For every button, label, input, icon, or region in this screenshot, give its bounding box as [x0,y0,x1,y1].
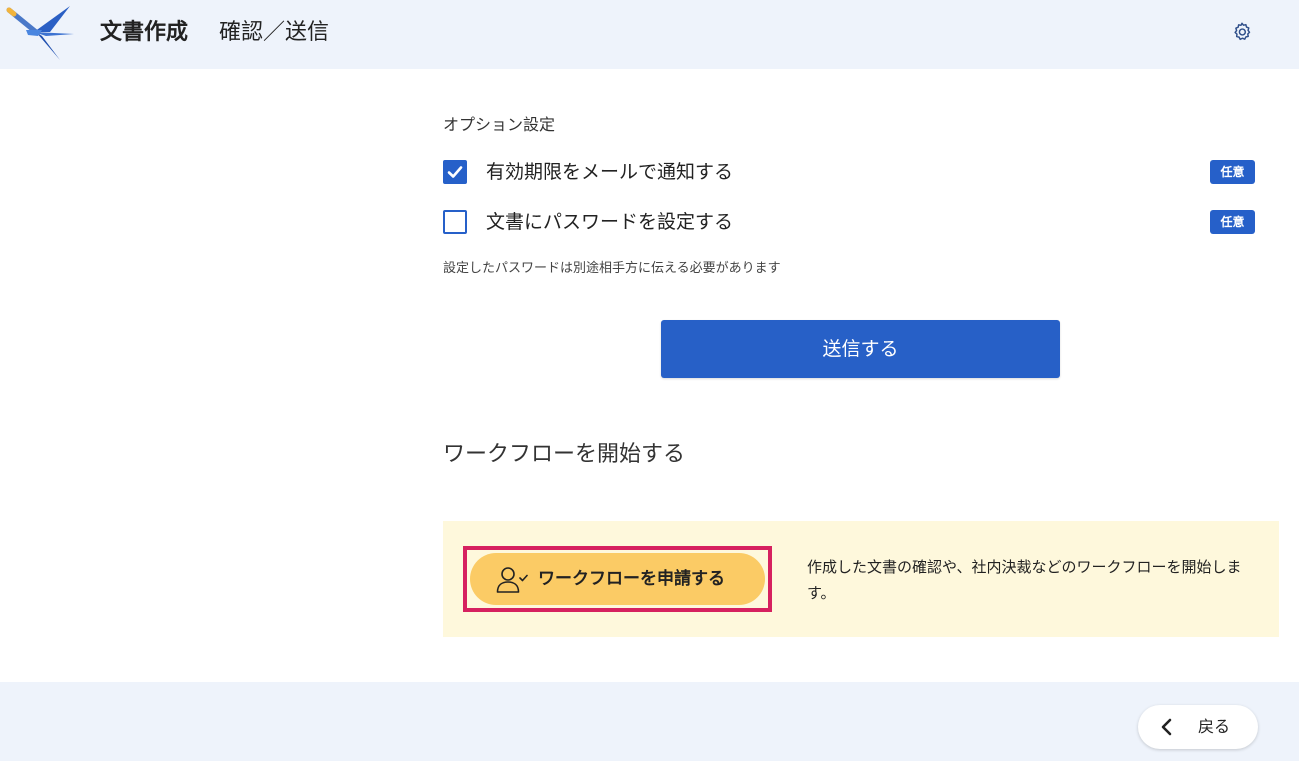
workflow-panel: ワークフローを申請する 作成した文書の確認や、社内決裁などのワークフローを開始し… [443,521,1279,637]
document-password-label[interactable]: 文書にパスワードを設定する [486,209,733,235]
workflow-button-highlight: ワークフローを申請する [463,546,772,612]
send-button[interactable]: 送信する [661,320,1060,378]
request-workflow-button[interactable]: ワークフローを申請する [470,553,765,605]
swallow-logo-icon [6,2,78,62]
options-section-label: オプション設定 [443,115,556,134]
footer: 戻る [0,682,1299,761]
notify-expiry-checkbox[interactable] [443,160,467,184]
option-notify-expiry: 有効期限をメールで通知する 任意 [443,160,1255,186]
workflow-description: 作成した文書の確認や、社内決裁などのワークフローを開始します。 [807,558,1242,602]
check-icon [447,166,463,178]
password-note: 設定したパスワードは別途相手方に伝える必要があります [443,261,781,276]
optional-badge: 任意 [1210,160,1255,184]
header: 文書作成 確認／送信 [0,0,1299,69]
request-workflow-label: ワークフローを申請する [538,569,725,589]
notify-expiry-label[interactable]: 有効期限をメールで通知する [486,159,733,185]
chevron-left-icon [1161,718,1172,736]
document-password-checkbox[interactable] [443,210,467,234]
optional-badge: 任意 [1210,210,1255,234]
app-title: 文書作成 [100,20,189,45]
back-button[interactable]: 戻る [1138,705,1258,749]
page-title: 確認／送信 [219,20,330,45]
back-label: 戻る [1198,717,1231,736]
workflow-heading: ワークフローを開始する [443,442,686,467]
settings-button[interactable] [1229,19,1255,45]
gear-icon [1234,22,1251,41]
user-check-icon [496,567,528,593]
option-document-password: 文書にパスワードを設定する 任意 [443,210,1255,236]
